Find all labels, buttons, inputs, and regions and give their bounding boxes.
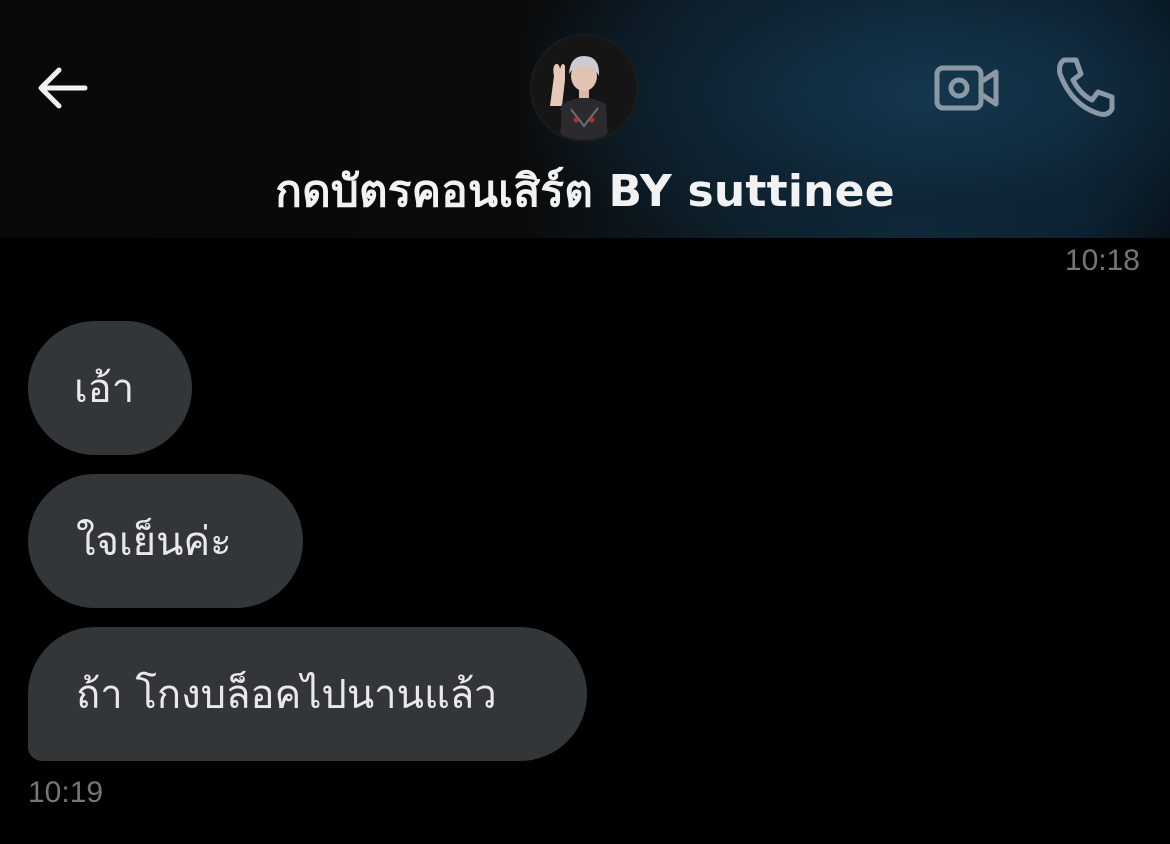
avatar-image bbox=[532, 36, 636, 140]
arrow-left-icon bbox=[38, 67, 88, 109]
conversation-header: กดบัตรคอนเสิร์ต BY suttinee bbox=[0, 0, 1170, 238]
phone-icon bbox=[1057, 57, 1115, 117]
conversation-title: กดบัตรคอนเสิร์ต BY suttinee bbox=[275, 166, 895, 217]
avatar[interactable] bbox=[530, 34, 638, 142]
message-bubble[interactable]: ใจเย็นค่ะ bbox=[28, 474, 303, 608]
message-text: เอ้า bbox=[74, 366, 135, 412]
voice-call-button[interactable] bbox=[1050, 52, 1122, 122]
message-bubble[interactable]: ถ้า โกงบล็อคไปนานแล้ว bbox=[28, 627, 587, 761]
message-text: ใจเย็นค่ะ bbox=[76, 519, 232, 565]
message-bubble[interactable]: เอ้า bbox=[28, 321, 192, 455]
back-button[interactable] bbox=[26, 58, 96, 118]
message-timestamp: 10:18 bbox=[1064, 244, 1140, 277]
message-text: ถ้า โกงบล็อคไปนานแล้ว bbox=[76, 672, 497, 718]
video-camera-icon bbox=[934, 65, 999, 111]
video-call-button[interactable] bbox=[930, 58, 1002, 118]
message-timestamp: 10:19 bbox=[28, 776, 104, 809]
